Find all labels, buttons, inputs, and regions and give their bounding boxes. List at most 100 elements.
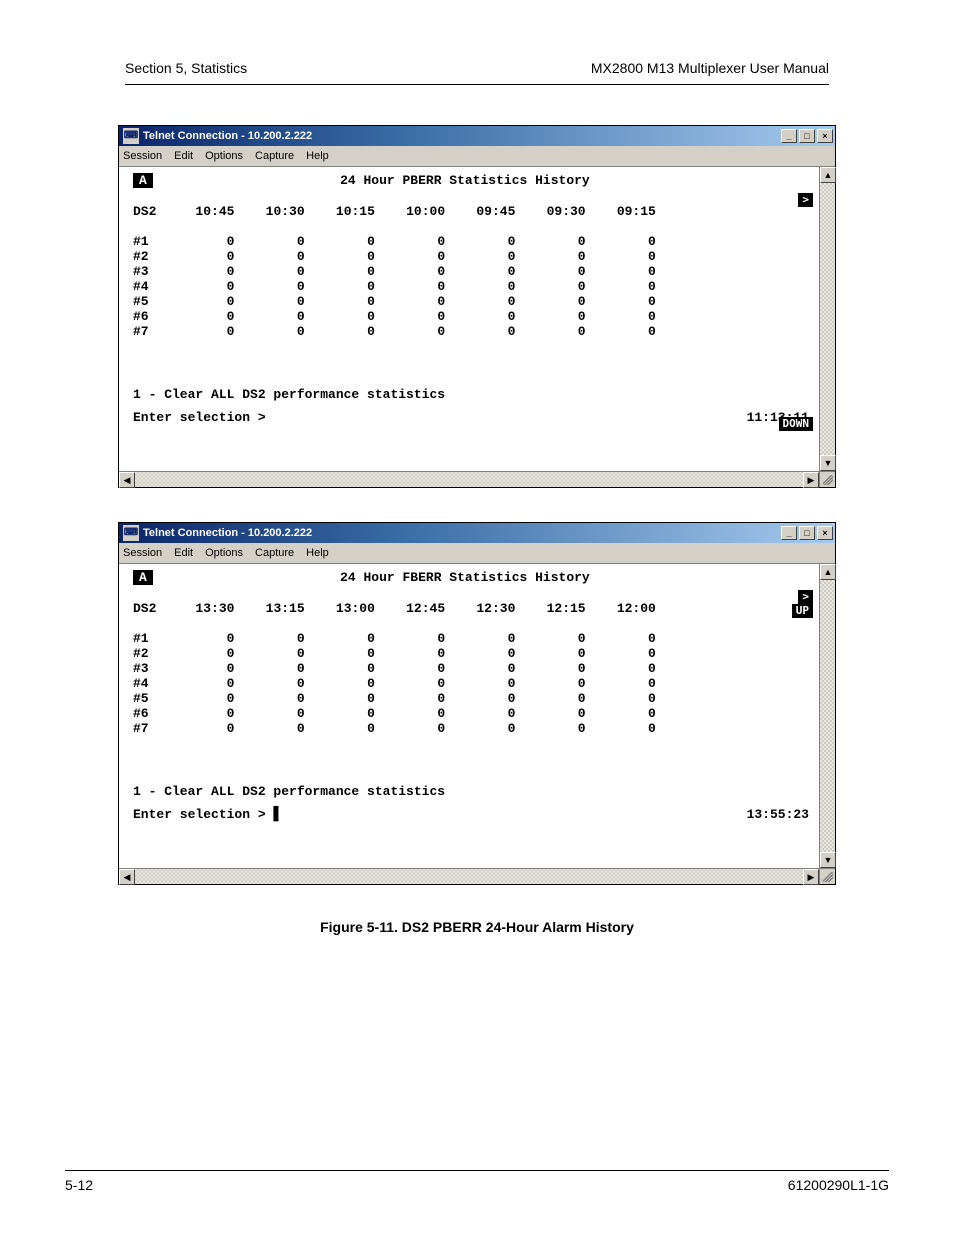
- scroll-right-icon[interactable]: ▶: [803, 472, 819, 488]
- telnet-window-2: ⌨ Telnet Connection - 10.200.2.222 _ □ ×…: [118, 522, 836, 885]
- selection-prompt[interactable]: Enter selection >: [133, 410, 266, 425]
- menu-options[interactable]: Options: [205, 547, 243, 559]
- c46: 0: [648, 294, 656, 309]
- d53: 0: [437, 706, 445, 721]
- titlebar[interactable]: ⌨ Telnet Connection - 10.200.2.222 _ □ ×: [119, 523, 835, 543]
- scroll-up-icon[interactable]: ▲: [820, 167, 836, 183]
- close-button[interactable]: ×: [817, 129, 833, 143]
- d51: 0: [297, 706, 305, 721]
- d25: 0: [578, 661, 586, 676]
- horizontal-scrollbar[interactable]: ◀ ▶: [119, 471, 819, 487]
- terminal[interactable]: A 24 Hour FBERR Statistics History > UP …: [119, 564, 819, 868]
- row-0: #1: [133, 234, 149, 249]
- col-1: 10:30: [266, 204, 305, 219]
- resize-grip-icon[interactable]: [819, 868, 835, 884]
- menu-edit[interactable]: Edit: [174, 547, 193, 559]
- c66: 0: [648, 324, 656, 339]
- menubar: Session Edit Options Capture Help: [119, 146, 835, 167]
- d55: 0: [578, 706, 586, 721]
- vertical-scrollbar[interactable]: ▲ ▼: [819, 564, 835, 868]
- horizontal-scrollbar[interactable]: ◀ ▶: [119, 868, 819, 884]
- c65: 0: [578, 324, 586, 339]
- minimize-button[interactable]: _: [781, 129, 797, 143]
- resize-grip-icon[interactable]: [819, 471, 835, 487]
- header-right: MX2800 M13 Multiplexer User Manual: [591, 60, 829, 76]
- scroll-down-icon[interactable]: ▼: [820, 852, 836, 868]
- menu-session[interactable]: Session: [123, 150, 162, 162]
- maximize-button[interactable]: □: [799, 129, 815, 143]
- d63: 0: [437, 721, 445, 736]
- menu-capture[interactable]: Capture: [255, 150, 294, 162]
- row-5: #6: [133, 706, 149, 721]
- scroll-right-icon[interactable]: ▶: [803, 869, 819, 885]
- d61: 0: [297, 721, 305, 736]
- row-4: #5: [133, 294, 149, 309]
- c13: 0: [437, 249, 445, 264]
- selection-prompt[interactable]: Enter selection > ▋: [133, 807, 281, 822]
- d26: 0: [648, 661, 656, 676]
- menu-help[interactable]: Help: [306, 547, 329, 559]
- c45: 0: [578, 294, 586, 309]
- terminal[interactable]: A 24 Hour PBERR Statistics History > DS2…: [119, 167, 819, 471]
- d62: 0: [367, 721, 375, 736]
- scroll-up-icon[interactable]: ▲: [820, 564, 836, 580]
- col-label: DS2: [133, 204, 156, 219]
- col-4: 12:30: [476, 601, 515, 616]
- d43: 0: [437, 691, 445, 706]
- c30: 0: [227, 279, 235, 294]
- titlebar[interactable]: ⌨ Telnet Connection - 10.200.2.222 _ □ ×: [119, 126, 835, 146]
- page-right-icon[interactable]: >: [798, 590, 813, 604]
- stats-table: DS2 10:45 10:30 10:15 10:00 09:45 09:30 …: [133, 204, 809, 339]
- scroll-left-icon[interactable]: ◀: [119, 869, 135, 885]
- hscroll-track[interactable]: [135, 472, 803, 487]
- c15: 0: [578, 249, 586, 264]
- c61: 0: [297, 324, 305, 339]
- d01: 0: [297, 631, 305, 646]
- vscroll-track[interactable]: [820, 580, 835, 852]
- hscroll-track[interactable]: [135, 869, 803, 884]
- close-button[interactable]: ×: [817, 526, 833, 540]
- d21: 0: [297, 661, 305, 676]
- clear-stats-option[interactable]: 1 - Clear ALL DS2 performance statistics: [133, 784, 809, 799]
- d12: 0: [367, 646, 375, 661]
- d64: 0: [508, 721, 516, 736]
- d14: 0: [508, 646, 516, 661]
- c34: 0: [508, 279, 516, 294]
- maximize-button[interactable]: □: [799, 526, 815, 540]
- d66: 0: [648, 721, 656, 736]
- d02: 0: [367, 631, 375, 646]
- page-right-icon[interactable]: >: [798, 193, 813, 207]
- doc-number: 61200290L1-1G: [788, 1177, 889, 1193]
- d40: 0: [227, 691, 235, 706]
- menu-options[interactable]: Options: [205, 150, 243, 162]
- d42: 0: [367, 691, 375, 706]
- c20: 0: [227, 264, 235, 279]
- c55: 0: [578, 309, 586, 324]
- row-6: #7: [133, 324, 149, 339]
- d00: 0: [227, 631, 235, 646]
- d23: 0: [437, 661, 445, 676]
- menu-capture[interactable]: Capture: [255, 547, 294, 559]
- c25: 0: [578, 264, 586, 279]
- clear-stats-option[interactable]: 1 - Clear ALL DS2 performance statistics: [133, 387, 809, 402]
- page-down-label[interactable]: DOWN: [779, 417, 814, 431]
- c53: 0: [437, 309, 445, 324]
- menu-session[interactable]: Session: [123, 547, 162, 559]
- minimize-button[interactable]: _: [781, 526, 797, 540]
- menu-help[interactable]: Help: [306, 150, 329, 162]
- c41: 0: [297, 294, 305, 309]
- figure-caption: Figure 5-11. DS2 PBERR 24-Hour Alarm His…: [60, 919, 894, 935]
- d04: 0: [508, 631, 516, 646]
- scroll-left-icon[interactable]: ◀: [119, 472, 135, 488]
- scroll-down-icon[interactable]: ▼: [820, 455, 836, 471]
- d46: 0: [648, 691, 656, 706]
- d50: 0: [227, 706, 235, 721]
- d03: 0: [437, 631, 445, 646]
- col-3: 12:45: [406, 601, 445, 616]
- vscroll-track[interactable]: [820, 183, 835, 455]
- vertical-scrollbar[interactable]: ▲ ▼: [819, 167, 835, 471]
- menu-edit[interactable]: Edit: [174, 150, 193, 162]
- client-area: A 24 Hour FBERR Statistics History > UP …: [119, 564, 835, 884]
- page-up-label[interactable]: UP: [792, 604, 813, 618]
- col-2: 13:00: [336, 601, 375, 616]
